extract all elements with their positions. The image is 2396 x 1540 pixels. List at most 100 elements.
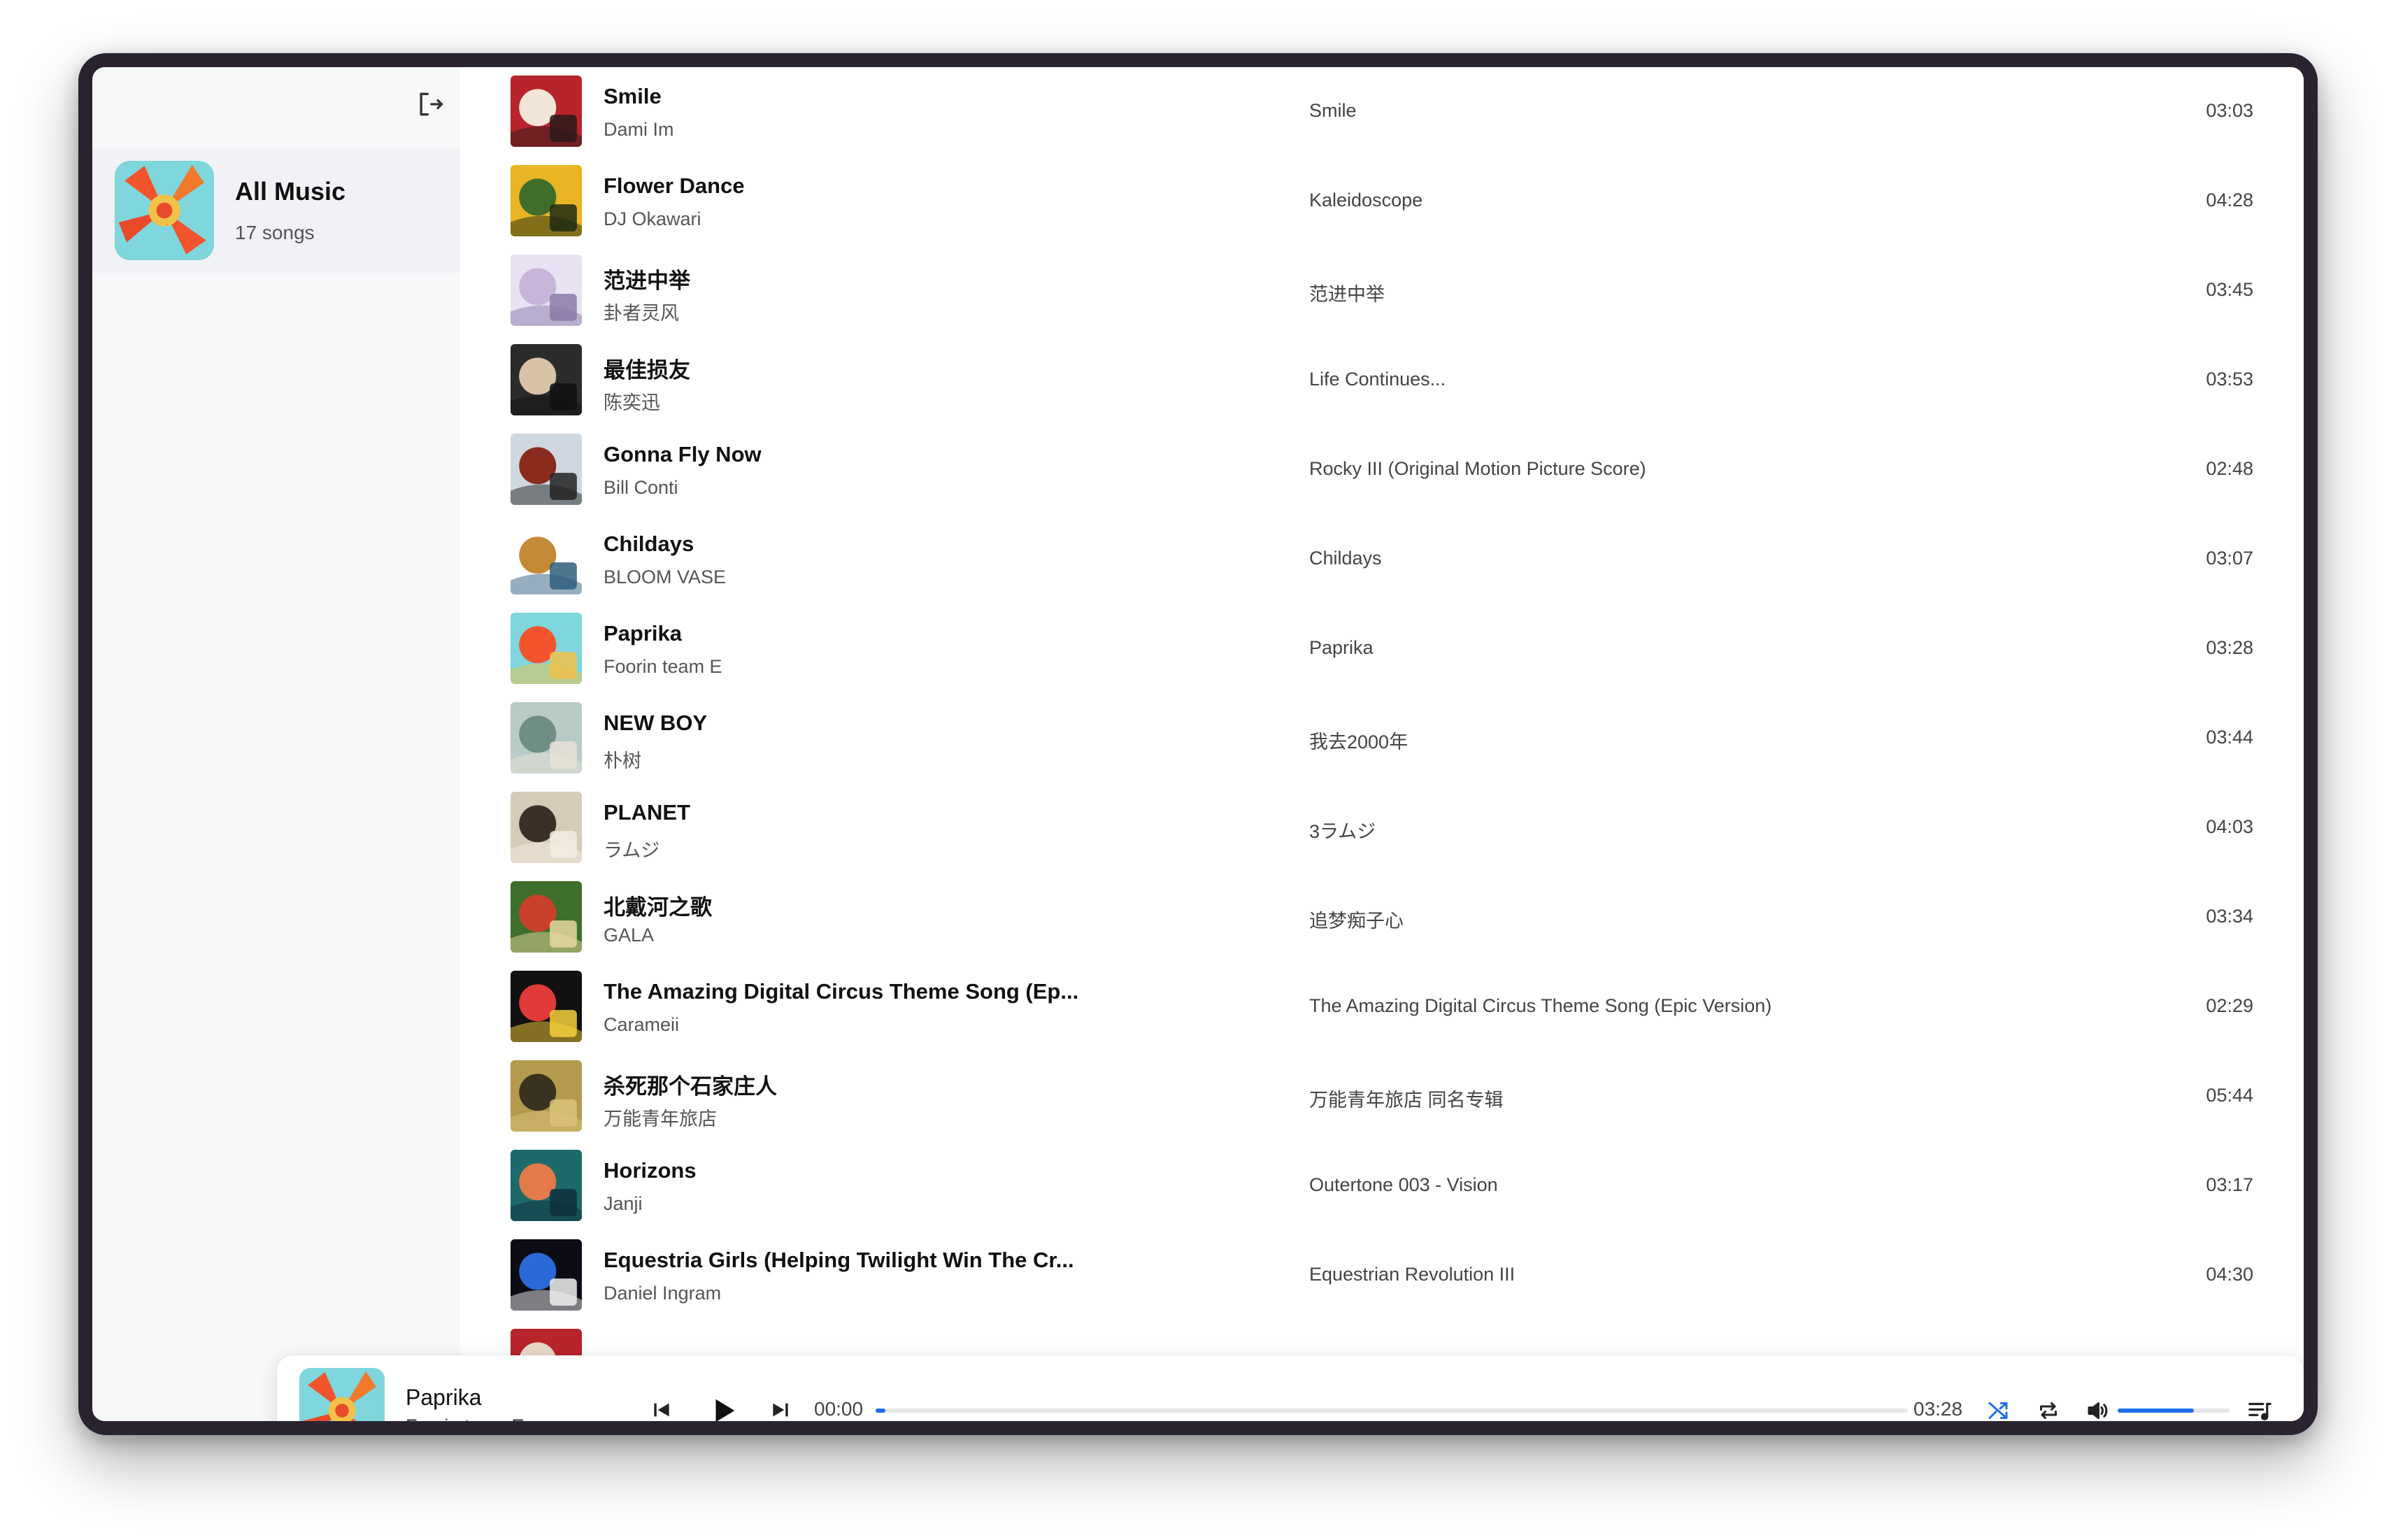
now-playing-artist: Foorin team E (406, 1416, 525, 1421)
song-row[interactable]: PLANET ラムジ 3ラムジ 04:03 (460, 783, 2304, 873)
song-artist: 万能青年旅店 (604, 1108, 717, 1129)
logout-icon (420, 92, 443, 116)
song-title: 北戴河之歌 (604, 895, 712, 920)
song-row[interactable]: Equestria Girls (Helping Twilight Win Th… (460, 1231, 2304, 1320)
song-duration: 03:07 (2206, 548, 2253, 569)
playlist-title: All Music (235, 177, 346, 206)
song-list: Smile Dami Im Smile 03:03 Flower Dance DJ Oka… (460, 67, 2304, 1421)
song-album: 我去2000年 (1309, 732, 1409, 753)
shuffle-button[interactable] (1979, 1392, 2017, 1421)
song-row[interactable]: Gonna Fly Now Bill Conti Rocky III (Origin… (460, 425, 2304, 515)
album-cover (511, 1060, 582, 1132)
shuffle-icon (1988, 1402, 2008, 1419)
song-artist: Dami Im (604, 119, 674, 140)
song-row[interactable]: 最佳损友 陈奕迅 Life Continues... 03:53 (460, 336, 2304, 425)
song-album: 范进中举 (1309, 284, 1385, 305)
song-album: Rocky III (Original Motion Picture Score… (1309, 458, 1646, 479)
song-duration: 05:44 (2206, 1085, 2253, 1106)
song-row[interactable]: Smile Dami Im Smile 03:03 (460, 67, 2304, 157)
song-album: Outertone 003 - Vision (1309, 1174, 1498, 1195)
song-row[interactable]: 杀死那个石家庄人 万能青年旅店 万能青年旅店 同名专辑 05:44 (460, 1052, 2304, 1141)
queue-icon (2248, 1402, 2272, 1420)
album-cover (511, 1239, 582, 1311)
next-button[interactable] (761, 1390, 800, 1421)
song-duration: 03:17 (2206, 1174, 2253, 1195)
song-album: Childays (1309, 548, 1382, 569)
song-row[interactable]: Paprika Foorin team E Paprika 03:28 (460, 604, 2304, 694)
volume-slider[interactable] (2118, 1409, 2230, 1413)
volume-icon (2088, 1402, 2108, 1419)
song-artist: Daniel Ingram (604, 1283, 722, 1304)
song-title: Equestria Girls (Helping Twilight Win Th… (604, 1248, 1074, 1272)
play-icon (715, 1399, 735, 1421)
playlist-song-count: 17 songs (235, 222, 315, 243)
song-row[interactable]: NEW BOY 朴树 我去2000年 03:44 (460, 694, 2304, 783)
song-artist: 卦者灵风 (604, 303, 679, 324)
song-album: Life Continues... (1309, 369, 1446, 390)
album-cover (511, 702, 582, 773)
skip-previous-icon (654, 1403, 669, 1417)
playlist-info: All Music 17 songs (235, 177, 345, 244)
skip-next-icon (773, 1403, 788, 1417)
now-playing-title: Paprika (406, 1385, 482, 1410)
song-duration: 03:34 (2206, 906, 2253, 927)
song-album: Paprika (1309, 637, 1374, 658)
song-title: Smile (604, 84, 662, 108)
volume-button[interactable] (2078, 1392, 2116, 1421)
current-time: 00:00 (814, 1398, 864, 1420)
song-title: The Amazing Digital Circus Theme Song (E… (604, 979, 1079, 1004)
album-cover (511, 613, 582, 684)
song-title: Childays (604, 532, 694, 556)
song-album: Equestrian Revolution III (1309, 1264, 1516, 1285)
album-cover (511, 255, 582, 326)
song-title: 范进中举 (604, 269, 690, 293)
song-album: 追梦痴子心 (1309, 911, 1404, 932)
song-artist: Carameii (604, 1014, 680, 1035)
song-album: 3ラムジ (1309, 821, 1376, 842)
album-cover (511, 1150, 582, 1221)
song-duration: 02:48 (2206, 458, 2253, 479)
song-artist: Janji (604, 1193, 643, 1214)
song-row[interactable]: 北戴河之歌 GALA 追梦痴子心 03:34 (460, 873, 2304, 962)
song-duration: 04:03 (2206, 816, 2253, 837)
album-cover (511, 792, 582, 863)
song-duration: 03:45 (2206, 279, 2253, 300)
repeat-button[interactable] (2030, 1392, 2067, 1421)
sidebar-header (92, 67, 460, 148)
song-duration: 03:28 (2206, 637, 2253, 658)
play-button[interactable] (699, 1386, 748, 1421)
logout-button[interactable] (411, 85, 450, 124)
song-title: Paprika (604, 621, 683, 646)
repeat-icon (2040, 1402, 2057, 1419)
song-row[interactable]: 范进中举卦者灵风 范进中举 03:45 (460, 246, 2304, 336)
song-title: Horizons (604, 1158, 697, 1183)
app-window: All Music 17 songs Smile Dami Im Smile 03:0… (92, 67, 2304, 1421)
song-row[interactable]: Horizons Janji Outertone 003 - Vision 03:17 (460, 1141, 2304, 1231)
song-duration: 02:29 (2206, 995, 2253, 1016)
song-album: 万能青年旅店 同名专辑 (1309, 1090, 1504, 1111)
now-playing-cover (299, 1368, 385, 1421)
song-album: Smile (1309, 100, 1357, 121)
song-row[interactable]: Flower Dance DJ Okawari Kaleidoscope 04:28 (460, 157, 2304, 246)
playlist-cover (115, 161, 214, 260)
previous-button[interactable] (642, 1390, 681, 1421)
playlist-all-music[interactable]: All Music 17 songs (92, 148, 460, 273)
progress-slider[interactable] (876, 1409, 1908, 1413)
sidebar: All Music 17 songs (92, 67, 460, 1421)
song-artist: Foorin team E (604, 656, 722, 677)
queue-button[interactable] (2241, 1392, 2279, 1421)
song-duration: 03:03 (2206, 100, 2253, 121)
song-artist: BLOOM VASE (604, 566, 727, 587)
song-row[interactable]: The Amazing Digital Circus Theme Song (E… (460, 962, 2304, 1052)
song-artist: GALA (604, 925, 655, 946)
song-duration: 03:44 (2206, 727, 2253, 748)
album-cover (511, 76, 582, 147)
song-duration: 04:30 (2206, 1264, 2253, 1285)
song-title: 最佳损友 (604, 358, 690, 383)
album-cover (511, 344, 582, 415)
song-duration: 04:28 (2206, 190, 2253, 211)
player-bar: Paprika Foorin team E 00:00 03:28 (277, 1355, 2304, 1421)
song-row[interactable]: Childays BLOOM VASE Childays 03:07 (460, 515, 2304, 604)
song-title: Flower Dance (604, 173, 745, 198)
album-cover (511, 971, 582, 1042)
